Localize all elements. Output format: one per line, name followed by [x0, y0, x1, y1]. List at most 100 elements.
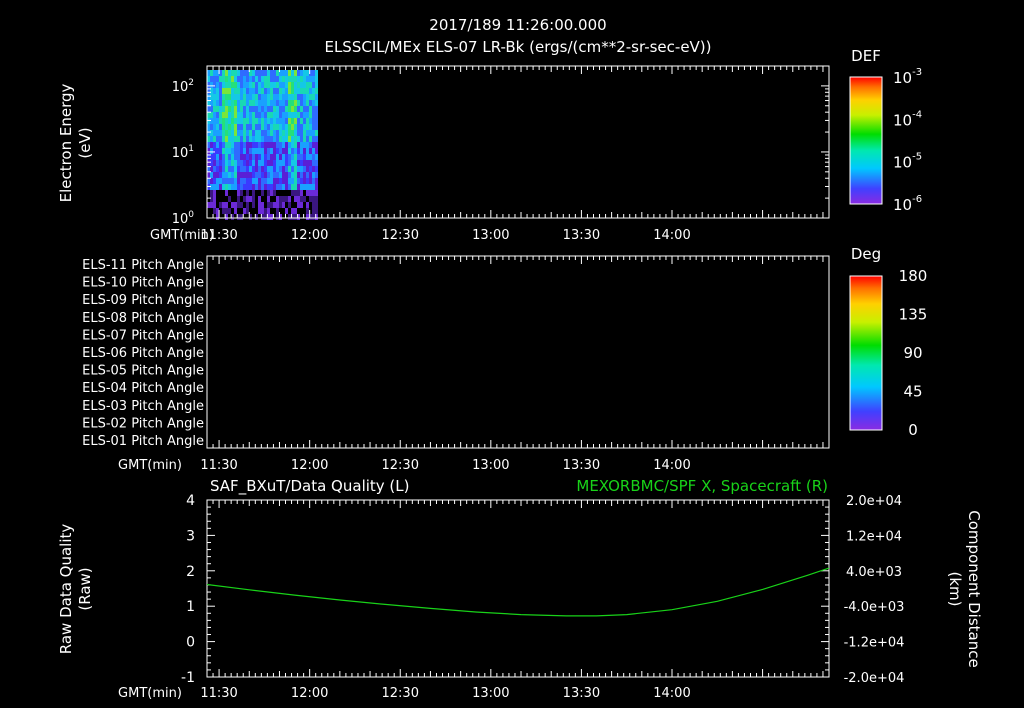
- spectrogram-cell: [222, 94, 225, 100]
- spectrogram-cell: [237, 136, 240, 142]
- spectrogram-cell: [258, 82, 261, 88]
- spectrogram-cell: [252, 88, 255, 94]
- spectrogram-cell: [288, 214, 291, 220]
- spectrogram-cell: [294, 118, 297, 124]
- spectrogram-cell: [249, 160, 252, 166]
- spectrogram-cell: [228, 130, 231, 136]
- spectrogram-cell: [231, 94, 234, 100]
- spectrogram-cell: [258, 196, 261, 202]
- spectrogram-cell: [240, 88, 243, 94]
- spectrogram-cell: [300, 202, 303, 208]
- spectrogram-cell: [303, 124, 306, 130]
- spectrogram-cell: [255, 178, 258, 184]
- colorbar-tick-label: 180: [899, 267, 928, 285]
- spectrogram-cell: [225, 154, 228, 160]
- spectrogram-cell: [243, 112, 246, 118]
- pitch-row-label: ELS-06 Pitch Angle: [82, 346, 204, 361]
- spectrogram-cell: [270, 178, 273, 184]
- spectrogram-cell: [210, 190, 213, 196]
- spectrogram-cell: [252, 124, 255, 130]
- right-tick-label: -1.2e+04: [844, 636, 905, 651]
- spectrogram-cell: [288, 172, 291, 178]
- def-colorbar: [849, 76, 883, 205]
- spectrogram-cell: [237, 142, 240, 148]
- spectrogram-cell: [264, 184, 267, 190]
- spectrogram-cell: [219, 148, 222, 154]
- x-tick-label: 11:30: [200, 686, 237, 701]
- spectrogram-cell: [297, 184, 300, 190]
- spectrogram-cell: [249, 166, 252, 172]
- spectrogram-cell: [219, 88, 222, 94]
- quality-left-y-label-line2: (Raw): [76, 567, 94, 610]
- spectrogram-cell: [258, 70, 261, 76]
- spectrogram-cell: [261, 130, 264, 136]
- spectrogram-cell: [285, 142, 288, 148]
- spectrogram-cell: [297, 88, 300, 94]
- spectrogram-cell: [225, 148, 228, 154]
- spectrogram-cell: [294, 208, 297, 214]
- spectrogram-cell: [222, 112, 225, 118]
- spectrogram-cell: [228, 136, 231, 142]
- x-tick-label: 12:30: [382, 458, 419, 473]
- spectrogram-cell: [300, 142, 303, 148]
- spectrogram-cell: [222, 118, 225, 124]
- spectrogram-cell: [246, 142, 249, 148]
- spectrogram-cell: [303, 118, 306, 124]
- spectrogram-cell: [267, 118, 270, 124]
- spectrogram-cell: [312, 172, 315, 178]
- spectrogram-cell: [210, 196, 213, 202]
- spectrogram-cell: [300, 70, 303, 76]
- spectrogram-cell: [291, 118, 294, 124]
- spectrogram-cell: [300, 184, 303, 190]
- spectrogram-cell: [249, 82, 252, 88]
- spectrogram-cell: [282, 112, 285, 118]
- spectrogram-cell: [231, 154, 234, 160]
- spectrogram-cell: [243, 196, 246, 202]
- left-tick-label: -1: [181, 670, 195, 686]
- spectrogram-cell: [309, 100, 312, 106]
- spectrogram-cell: [225, 160, 228, 166]
- spectrogram-cell: [282, 154, 285, 160]
- spectrogram-cell: [225, 184, 228, 190]
- spectrogram-cell: [216, 76, 219, 82]
- spectrogram-cell: [255, 76, 258, 82]
- spectrogram-cell: [246, 184, 249, 190]
- spectrogram-cell: [225, 166, 228, 172]
- spectrogram-cell: [273, 76, 276, 82]
- spectrogram-cell: [261, 148, 264, 154]
- spectrogram-cell: [303, 82, 306, 88]
- spectrogram-cell: [270, 166, 273, 172]
- spectrogram-cell: [279, 184, 282, 190]
- spectrogram-cell: [261, 118, 264, 124]
- spectrogram-cell: [306, 172, 309, 178]
- spectrogram-cell: [225, 100, 228, 106]
- spectrogram-cell: [303, 70, 306, 76]
- spectrogram-cell: [291, 82, 294, 88]
- spectrogram-cell: [312, 184, 315, 190]
- spectrogram-cell: [243, 208, 246, 214]
- spectrogram-cell: [315, 196, 318, 202]
- spectrogram-cell: [258, 208, 261, 214]
- spectrogram-cell: [252, 82, 255, 88]
- spectrogram-cell: [288, 166, 291, 172]
- spectrogram-cell: [228, 70, 231, 76]
- spectrogram-cell: [240, 112, 243, 118]
- spectrogram-cell: [231, 172, 234, 178]
- spectrogram-cell: [216, 148, 219, 154]
- pitch-gmt-label: GMT(min): [118, 458, 182, 473]
- spectrogram-cell: [294, 190, 297, 196]
- spectrogram-cell: [258, 100, 261, 106]
- spectrogram-cell: [303, 136, 306, 142]
- spectrogram-cell: [261, 70, 264, 76]
- spectrogram-cell: [288, 142, 291, 148]
- spectrogram-cell: [267, 196, 270, 202]
- spectrogram-cell: [276, 184, 279, 190]
- energy-heatmap: [207, 70, 318, 220]
- spectrogram-cell: [237, 112, 240, 118]
- spectrogram-cell: [258, 148, 261, 154]
- spectrogram-cell: [261, 76, 264, 82]
- x-tick-label: 12:30: [382, 228, 419, 243]
- spectrogram-cell: [282, 118, 285, 124]
- spectrogram-cell: [225, 88, 228, 94]
- spectrogram-cell: [282, 178, 285, 184]
